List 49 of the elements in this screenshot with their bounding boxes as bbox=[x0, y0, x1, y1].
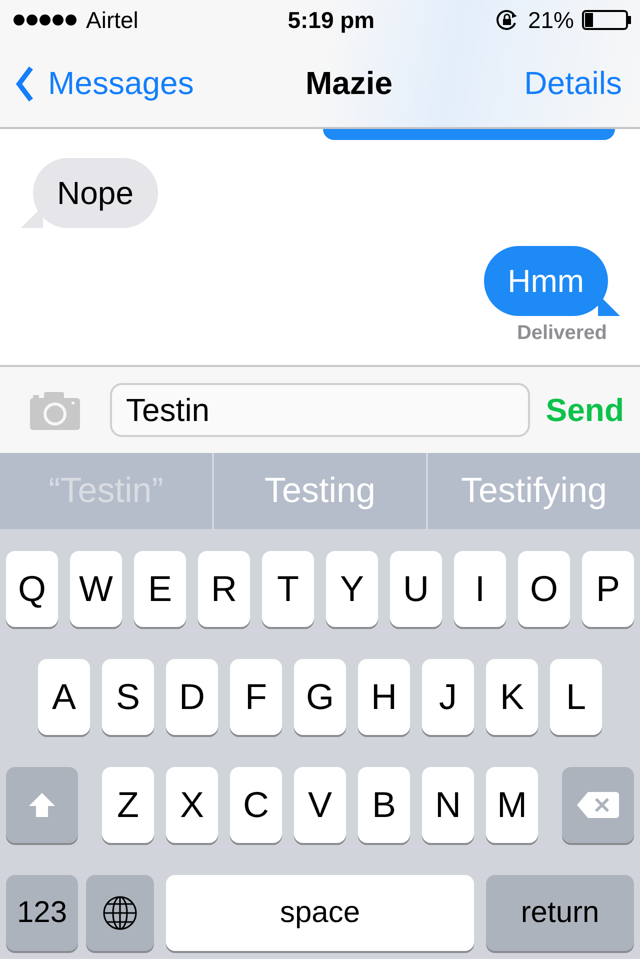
key[interactable]: Z bbox=[102, 767, 154, 843]
return-key[interactable]: return bbox=[486, 875, 634, 951]
delivery-status: Delivered bbox=[516, 322, 607, 345]
key[interactable]: J bbox=[422, 659, 474, 735]
backspace-icon bbox=[576, 790, 620, 820]
globe-key[interactable] bbox=[86, 875, 154, 951]
key[interactable]: U bbox=[390, 551, 442, 627]
message-bubble: Hmm bbox=[484, 246, 620, 316]
key[interactable]: V bbox=[294, 767, 346, 843]
carrier-name: Airtel bbox=[86, 6, 138, 34]
key[interactable]: G bbox=[294, 659, 346, 735]
details-button[interactable]: Details bbox=[524, 65, 622, 102]
key[interactable]: H bbox=[358, 659, 410, 735]
key[interactable]: X bbox=[166, 767, 218, 843]
key[interactable]: L bbox=[550, 659, 602, 735]
message-bubble: Nope bbox=[21, 158, 158, 228]
status-time: 5:19 pm bbox=[288, 6, 375, 34]
key[interactable]: P bbox=[582, 551, 634, 627]
key[interactable]: F bbox=[230, 659, 282, 735]
arrow-up-icon bbox=[28, 791, 56, 819]
conversation-title: Mazie bbox=[305, 65, 393, 102]
key[interactable]: D bbox=[166, 659, 218, 735]
key[interactable]: Y bbox=[326, 551, 378, 627]
key[interactable]: K bbox=[486, 659, 538, 735]
chevron-left-icon bbox=[16, 66, 34, 102]
battery-percentage: 21% bbox=[528, 6, 574, 34]
space-key[interactable]: space bbox=[166, 875, 474, 951]
key[interactable]: B bbox=[358, 767, 410, 843]
key[interactable]: C bbox=[230, 767, 282, 843]
key[interactable]: O bbox=[518, 551, 570, 627]
message-field[interactable]: Testin bbox=[110, 383, 530, 437]
key[interactable]: A bbox=[38, 659, 90, 735]
key[interactable]: N bbox=[422, 767, 474, 843]
key[interactable]: W bbox=[70, 551, 122, 627]
key[interactable]: E bbox=[134, 551, 186, 627]
numbers-key[interactable]: 123 bbox=[6, 875, 78, 951]
key[interactable]: I bbox=[454, 551, 506, 627]
shift-key[interactable] bbox=[6, 767, 78, 843]
key[interactable]: M bbox=[486, 767, 538, 843]
delete-key[interactable] bbox=[562, 767, 634, 843]
key[interactable]: Q bbox=[6, 551, 58, 627]
signal-icon bbox=[12, 12, 78, 28]
globe-icon bbox=[102, 895, 138, 931]
camera-icon bbox=[30, 390, 80, 430]
battery-icon bbox=[582, 10, 632, 30]
back-button[interactable]: Messages bbox=[16, 65, 194, 102]
key[interactable]: T bbox=[262, 551, 314, 627]
key[interactable]: R bbox=[198, 551, 250, 627]
key[interactable]: S bbox=[102, 659, 154, 735]
